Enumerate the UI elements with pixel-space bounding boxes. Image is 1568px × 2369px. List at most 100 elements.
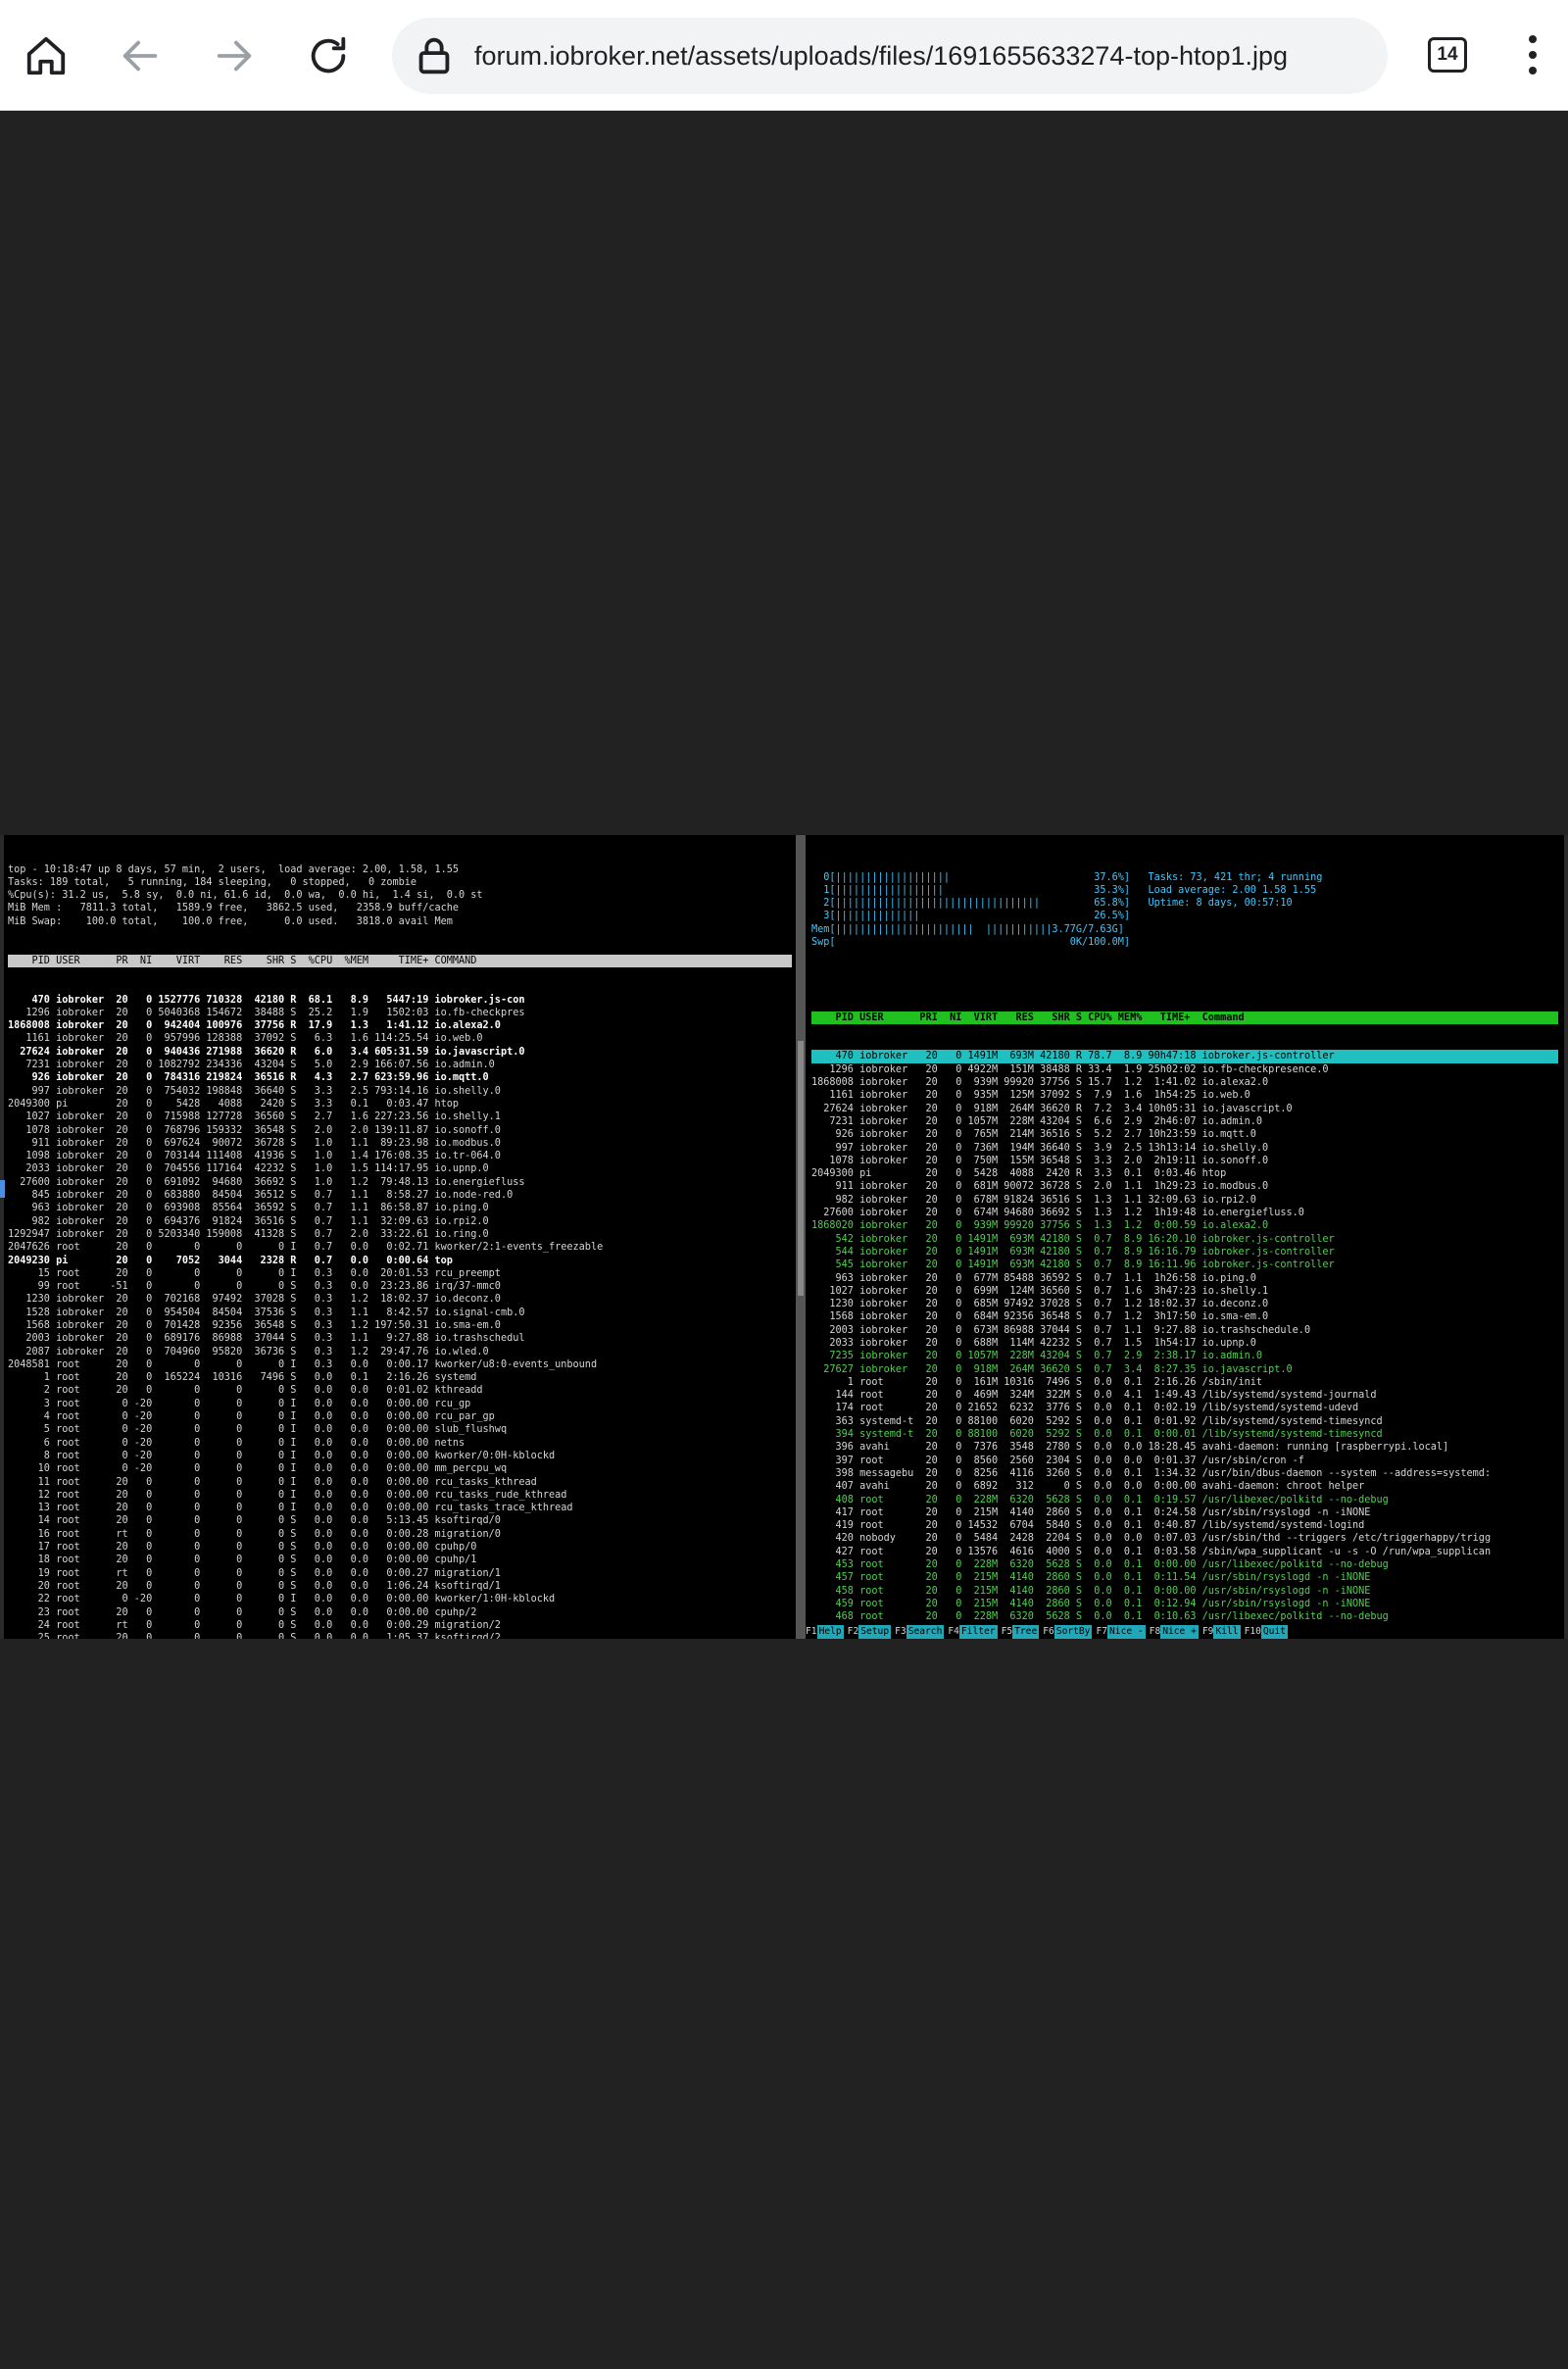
htop-process-list: 470 iobroker 20 0 1491M 693M 42180 R 78.… <box>811 1050 1558 1639</box>
table-row: 407 avahi 20 0 6892 312 0 S 0.0 0.0 0:00… <box>811 1481 1365 1493</box>
table-row: 7231 iobroker 20 0 1082792 234336 43204 … <box>8 1060 495 1071</box>
top-summary-line: %Cpu(s): 31.2 us, 5.8 sy, 0.0 ni, 61.6 i… <box>8 890 483 902</box>
menu-dots-icon <box>1529 35 1537 43</box>
function-key-f1: F1 Help <box>806 1625 844 1639</box>
table-row: 963 iobroker 20 0 677M 85488 36592 S 0.7… <box>811 1272 1256 1284</box>
table-row: 25 root 20 0 0 0 0 S 0.0 0.0 1:05.37 kso… <box>8 1633 501 1639</box>
table-row: 1568 iobroker 20 0 701428 92356 36548 S … <box>8 1319 501 1331</box>
table-row: 470 iobroker 20 0 1491M 693M 42180 R 78.… <box>811 1050 1558 1063</box>
table-row: 427 root 20 0 13576 4616 4000 S 0.0 0.1 … <box>811 1546 1492 1557</box>
table-row: 2003 iobroker 20 0 689176 86988 37044 S … <box>8 1333 525 1345</box>
table-row: 3 root 0 -20 0 0 0 I 0.0 0.0 0:00.00 rcu… <box>8 1398 471 1409</box>
table-row: 997 iobroker 20 0 754032 198848 36640 S … <box>8 1085 501 1097</box>
table-row: 2048581 root 20 0 0 0 0 I 0.3 0.0 0:00.1… <box>8 1358 598 1370</box>
htop-meters: 0[||||||||||||||||||| 37.6%] Tasks: 73, … <box>811 871 1558 950</box>
address-bar[interactable]: forum.iobroker.net/assets/uploads/files/… <box>392 18 1388 94</box>
table-row: 12 root 20 0 0 0 0 I 0.0 0.0 0:00.00 rcu… <box>8 1489 567 1501</box>
table-row: 15 root 20 0 0 0 0 I 0.3 0.0 20:01.53 rc… <box>8 1267 501 1279</box>
table-row: 545 iobroker 20 0 1491M 693M 42180 S 0.7… <box>811 1259 1335 1271</box>
screenshot-image: top - 10:18:47 up 8 days, 57 min, 2 user… <box>0 835 1568 1639</box>
table-row: 2 root 20 0 0 0 0 S 0.0 0.0 0:01.02 kthr… <box>8 1385 483 1397</box>
table-row: 2049230 pi 20 0 7052 3044 2328 R 0.7 0.0… <box>8 1255 453 1266</box>
table-row: 420 nobody 20 0 5484 2428 2204 S 0.0 0.0… <box>811 1533 1492 1545</box>
forward-button[interactable] <box>200 22 269 90</box>
table-row: 14 root 20 0 0 0 0 S 0.0 0.0 5:13.45 kso… <box>8 1515 501 1527</box>
table-row: 1098 iobroker 20 0 703144 111408 41936 S… <box>8 1151 501 1162</box>
table-row: 845 iobroker 20 0 683880 84504 36512 S 0… <box>8 1190 514 1202</box>
table-row: 23 root 20 0 0 0 0 S 0.0 0.0 0:00.00 cpu… <box>8 1606 477 1618</box>
tab-count: 14 <box>1437 44 1458 65</box>
table-row: 11 root 20 0 0 0 0 I 0.0 0.0 0:00.00 rcu… <box>8 1476 537 1488</box>
table-row: 2033 iobroker 20 0 704556 117164 42232 S… <box>8 1163 489 1175</box>
table-row: 458 root 20 0 215M 4140 2860 S 0.0 0.1 0… <box>811 1585 1371 1597</box>
htop-meter-line: 0[||||||||||||||||||| 37.6%] Tasks: 73, … <box>811 871 1323 883</box>
table-row: 1078 iobroker 20 0 768796 159332 36548 S… <box>8 1124 501 1136</box>
table-row: 27600 iobroker 20 0 691092 94680 36692 S… <box>8 1176 525 1188</box>
table-row: 2033 iobroker 20 0 688M 114M 42232 S 0.7… <box>811 1337 1256 1349</box>
table-row: 17 root 20 0 0 0 0 S 0.0 0.0 0:00.00 cpu… <box>8 1542 477 1554</box>
table-row: 27600 iobroker 20 0 674M 94680 36692 S 1… <box>811 1208 1304 1219</box>
table-row: 398 messagebu 20 0 8256 4116 3260 S 0.0 … <box>811 1467 1492 1479</box>
top-summary-line: Tasks: 189 total, 5 running, 184 sleepin… <box>8 876 417 888</box>
function-key-f4: F4 Filter <box>948 1625 998 1639</box>
table-row: 982 iobroker 20 0 694376 91824 36516 S 0… <box>8 1215 489 1227</box>
tab-switcher-button[interactable]: 14 <box>1428 37 1467 73</box>
function-key-f3: F3 Search <box>895 1625 945 1639</box>
table-row: 419 root 20 0 14532 6704 5840 S 0.0 0.1 … <box>811 1520 1365 1532</box>
table-row: 7231 iobroker 20 0 1057M 228M 43204 S 6.… <box>811 1115 1263 1127</box>
table-row: 1027 iobroker 20 0 715988 127728 36560 S… <box>8 1111 501 1123</box>
table-row: 453 root 20 0 228M 6320 5628 S 0.0 0.1 0… <box>811 1559 1389 1571</box>
function-key-f2: F2 Setup <box>847 1625 892 1639</box>
htop-meter-line: 3[|||||||||||||| 26.5%] <box>811 911 1131 922</box>
table-row: 926 iobroker 20 0 784316 219824 36516 R … <box>8 1072 489 1084</box>
top-summary-line: MiB Mem : 7811.3 total, 1589.9 free, 386… <box>8 903 460 914</box>
htop-meter-line: 2[|||||||||||||||||||||||||||||||||| 65.… <box>811 898 1293 910</box>
htop-meter-line: Swp[ 0K/100.0M] <box>811 937 1131 949</box>
table-row: 1230 iobroker 20 0 685M 97492 37028 S 0.… <box>811 1299 1269 1310</box>
htop-function-keys: F1 Help F2 Setup F3 Search F4 Filter F5 Tree F6 Sor… <box>806 1625 1564 1639</box>
table-row: 2087 iobroker 20 0 704960 95820 36736 S … <box>8 1346 489 1357</box>
table-row: 27624 iobroker 20 0 918M 264M 36620 R 7.… <box>811 1103 1293 1114</box>
table-row: 459 root 20 0 215M 4140 2860 S 0.0 0.1 0… <box>811 1598 1371 1609</box>
table-row: 396 avahi 20 0 7376 3548 2780 S 0.0 0.0 … <box>811 1442 1449 1454</box>
table-row: 5 root 0 -20 0 0 0 I 0.0 0.0 0:00.00 slu… <box>8 1424 508 1436</box>
function-key-f5: F5 Tree <box>1001 1625 1040 1639</box>
table-row: 27624 iobroker 20 0 940436 271988 36620 … <box>8 1046 525 1058</box>
table-row: 1 root 20 0 161M 10316 7496 S 0.0 0.1 2:… <box>811 1376 1263 1388</box>
table-row: 926 iobroker 20 0 765M 214M 36516 S 5.2 … <box>811 1129 1256 1141</box>
arrow-right-icon <box>217 40 252 72</box>
reload-button[interactable] <box>294 22 363 90</box>
table-row: 1 root 20 0 165224 10316 7496 S 0.0 0.1 … <box>8 1372 477 1384</box>
table-row: 417 root 20 0 215M 4140 2860 S 0.0 0.1 0… <box>811 1506 1371 1518</box>
table-row: 542 iobroker 20 0 1491M 693M 42180 S 0.7… <box>811 1233 1335 1245</box>
table-row: 7235 iobroker 20 0 1057M 228M 43204 S 0.… <box>811 1351 1263 1362</box>
function-key-f10: F10 Quit <box>1244 1625 1288 1639</box>
table-row: 1078 iobroker 20 0 750M 155M 36548 S 3.3… <box>811 1155 1269 1166</box>
table-row: 963 iobroker 20 0 693908 85564 36592 S 0… <box>8 1203 489 1214</box>
top-terminal: top - 10:18:47 up 8 days, 57 min, 2 user… <box>4 835 796 1639</box>
table-row: 408 root 20 0 228M 6320 5628 S 0.0 0.1 0… <box>811 1494 1389 1505</box>
table-row: 18 root 20 0 0 0 0 S 0.0 0.0 0:00.00 cpu… <box>8 1555 477 1566</box>
table-row: 394 systemd-t 20 0 88100 6020 5292 S 0.0… <box>811 1429 1383 1441</box>
table-row: 544 iobroker 20 0 1491M 693M 42180 S 0.7… <box>811 1246 1335 1258</box>
table-row: 24 root rt 0 0 0 0 S 0.0 0.0 0:00.29 mig… <box>8 1619 501 1631</box>
table-row: 22 root 0 -20 0 0 0 I 0.0 0.0 0:00.00 kw… <box>8 1594 556 1605</box>
top-summary-line: top - 10:18:47 up 8 days, 57 min, 2 user… <box>8 864 460 875</box>
arrow-left-icon <box>122 40 158 72</box>
htop-terminal: 0[||||||||||||||||||| 37.6%] Tasks: 73, … <box>806 835 1564 1639</box>
table-row: 1868008 iobroker 20 0 939M 99920 37756 S… <box>811 1077 1269 1089</box>
htop-column-header: PID USER PRI NI VIRT RES SHR S CPU% MEM%… <box>811 1011 1558 1024</box>
table-row: 4 root 0 -20 0 0 0 I 0.0 0.0 0:00.00 rcu… <box>8 1411 495 1423</box>
table-row: 2003 iobroker 20 0 673M 86988 37044 S 0.… <box>811 1324 1311 1336</box>
back-button[interactable] <box>106 22 174 90</box>
menu-button[interactable] <box>1509 27 1556 82</box>
home-icon <box>26 36 66 75</box>
table-row: 1161 iobroker 20 0 935M 125M 37092 S 7.9… <box>811 1090 1250 1102</box>
table-row: 470 iobroker 20 0 1527776 710328 42180 R… <box>8 994 525 1006</box>
home-button[interactable] <box>12 22 80 90</box>
table-row: 1568 iobroker 20 0 684M 92356 36548 S 0.… <box>811 1311 1269 1323</box>
browser-toolbar: forum.iobroker.net/assets/uploads/files/… <box>0 0 1568 111</box>
table-row: 16 root rt 0 0 0 0 S 0.0 0.0 0:00.28 mig… <box>8 1528 501 1540</box>
table-row: 1868020 iobroker 20 0 939M 99920 37756 S… <box>811 1220 1269 1232</box>
table-row: 2049300 pi 20 0 5428 4088 2420 S 3.3 0.1… <box>8 1098 460 1110</box>
